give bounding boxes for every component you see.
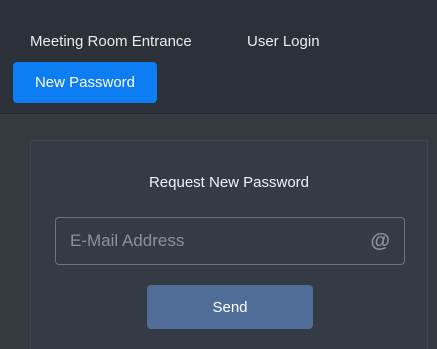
email-field[interactable] bbox=[56, 218, 356, 264]
nav-link-new-password[interactable]: New Password bbox=[13, 62, 157, 103]
page: Meeting Room Entrance User Login New Pas… bbox=[0, 0, 437, 349]
at-icon: @ bbox=[370, 230, 390, 252]
top-navigation: Meeting Room Entrance User Login New Pas… bbox=[0, 0, 437, 114]
form-title: Request New Password bbox=[148, 174, 310, 191]
nav-link-user-login[interactable]: User Login bbox=[247, 32, 320, 52]
new-password-card: Request New Password @ Send bbox=[30, 140, 428, 349]
send-button[interactable]: Send bbox=[147, 285, 313, 329]
email-input-group: @ bbox=[55, 217, 405, 265]
nav-link-meeting-room-entrance[interactable]: Meeting Room Entrance bbox=[30, 32, 192, 52]
